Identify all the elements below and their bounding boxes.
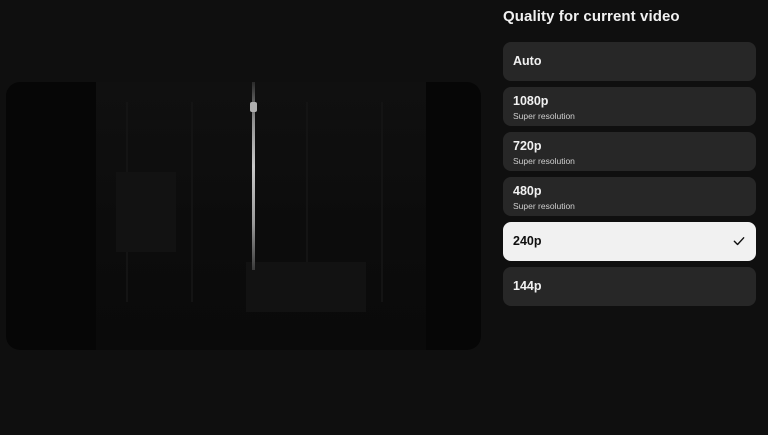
quality-option-144p[interactable]: 144p (503, 267, 756, 306)
rod-tip (250, 102, 257, 112)
quality-option-label: Auto (513, 54, 542, 68)
panel-title: Quality for current video (503, 8, 680, 25)
quality-option-label: 480p (513, 184, 542, 198)
quality-option-label: 720p (513, 139, 542, 153)
video-frame (96, 82, 426, 350)
quality-option-label: 144p (513, 279, 542, 293)
quality-options-list: Auto 1080p Super resolution 720p Super r… (503, 42, 756, 312)
scene-shadow (116, 172, 176, 252)
quality-option-label: 240p (513, 234, 542, 248)
quality-option-label: 1080p (513, 94, 549, 108)
quality-settings-screen: Quality for current video Auto 1080p Sup… (0, 0, 768, 435)
scene-shadow (191, 102, 193, 302)
checkmark-icon (733, 237, 745, 246)
quality-option-auto[interactable]: Auto (503, 42, 756, 81)
quality-option-sublabel: Super resolution (513, 201, 575, 211)
quality-option-720p[interactable]: 720p Super resolution (503, 132, 756, 171)
video-preview (6, 82, 481, 350)
quality-option-sublabel: Super resolution (513, 111, 575, 121)
quality-option-1080p[interactable]: 1080p Super resolution (503, 87, 756, 126)
scene-shadow (246, 262, 366, 312)
quality-option-240p[interactable]: 240p (503, 222, 756, 261)
scene-shadow (381, 102, 383, 302)
quality-option-480p[interactable]: 480p Super resolution (503, 177, 756, 216)
quality-option-sublabel: Super resolution (513, 156, 575, 166)
